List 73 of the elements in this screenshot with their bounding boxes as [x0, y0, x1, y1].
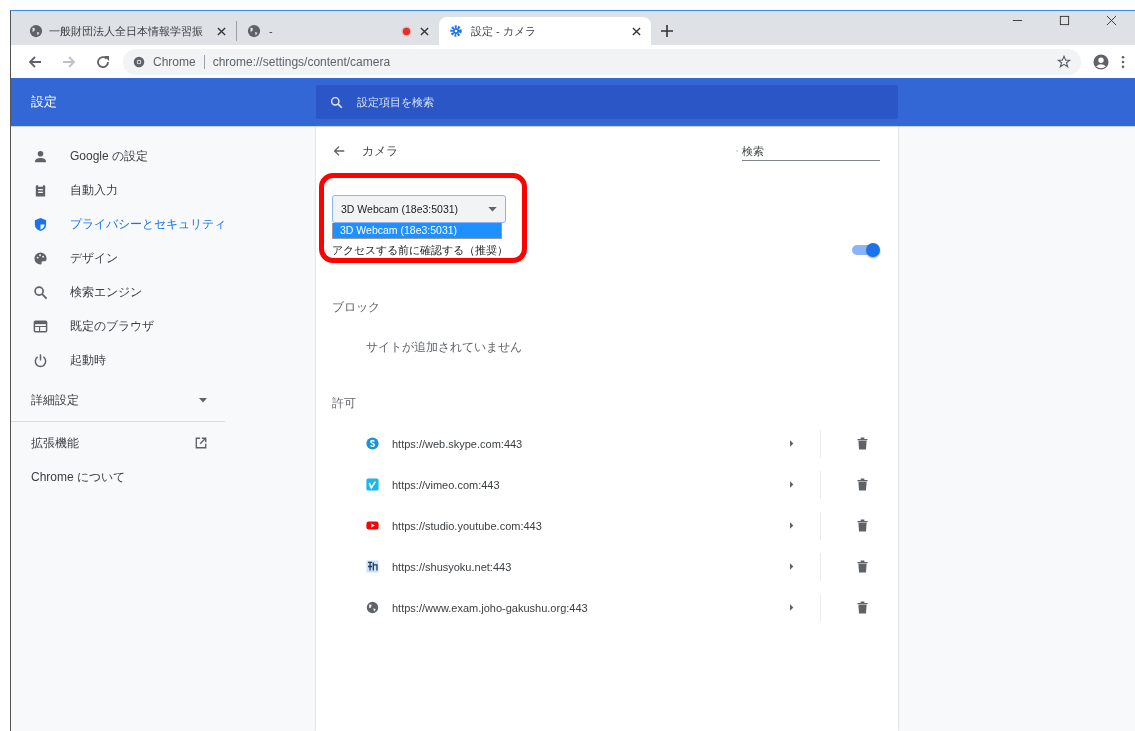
square-logo-icon: [366, 478, 379, 491]
person-icon: [33, 148, 48, 164]
close-icon[interactable]: [632, 26, 641, 36]
sidebar-item[interactable]: デザイン: [11, 241, 226, 275]
palette-icon: [33, 250, 48, 266]
toggle-switch[interactable]: [852, 245, 878, 255]
tab-title: 一般財団法人全日本情報学習振: [49, 23, 204, 39]
close-icon[interactable]: [1106, 14, 1117, 26]
settings-search-bar[interactable]: 設定項目を検索: [316, 85, 898, 119]
chrome-icon: [133, 55, 145, 68]
setting-label: アクセスする前に確認する（推奨）: [332, 242, 508, 258]
close-icon[interactable]: [217, 26, 226, 36]
site-url[interactable]: https://www.exam.joho-gakushu.org:443: [392, 601, 588, 614]
globe-icon: [29, 24, 43, 38]
browser-tab[interactable]: -: [237, 17, 439, 45]
trash-icon[interactable]: [857, 437, 868, 450]
trash-icon[interactable]: [857, 519, 868, 532]
sidebar-item[interactable]: Google の設定: [11, 139, 226, 173]
chevron-right-icon[interactable]: [790, 481, 794, 488]
tab-title: -: [269, 25, 274, 37]
sidebar-item[interactable]: 既定のブラウザ: [11, 309, 226, 343]
recording-icon: [401, 25, 412, 37]
site-url[interactable]: https://shusyoku.net:443: [392, 560, 512, 573]
browser-tab[interactable]: 設定 - カメラ: [439, 17, 651, 45]
browser-tab[interactable]: 一般財団法人全日本情報学習振: [19, 21, 237, 41]
extensions-link[interactable]: 拡張機能: [11, 426, 225, 460]
star-icon[interactable]: [1057, 54, 1071, 69]
play-logo-icon: [366, 519, 379, 532]
trash-icon[interactable]: [857, 478, 868, 491]
page-title: 設定: [30, 93, 58, 111]
settings-search-field[interactable]: 設定項目を検索: [355, 95, 898, 109]
caret-icon: [199, 397, 207, 403]
sidebar-item[interactable]: プライバシーとセキュリティ: [11, 207, 226, 241]
sidebar-item[interactable]: 起動時: [11, 343, 226, 377]
tab-title: 設定 - カメラ: [471, 23, 537, 39]
advanced-settings-toggle[interactable]: 詳細設定: [11, 377, 225, 417]
menu-icon[interactable]: [1121, 54, 1125, 69]
site-url[interactable]: https://web.skype.com:443: [392, 437, 523, 450]
chevron-right-icon[interactable]: [790, 440, 794, 447]
empty-message: サイトが追加されていません: [365, 339, 523, 356]
back-arrow-icon[interactable]: [332, 144, 346, 158]
camera-dropdown[interactable]: 3D Webcam (18e3:5031): [332, 195, 506, 223]
chevron-right-icon[interactable]: [790, 522, 794, 529]
globe-icon: [247, 24, 261, 38]
about-chrome-link[interactable]: Chrome について: [11, 460, 225, 494]
site-url[interactable]: https://vimeo.com:443: [392, 478, 500, 491]
shield-icon: [33, 216, 48, 232]
power-icon: [33, 352, 48, 368]
profile-icon[interactable]: [1093, 53, 1109, 70]
address-bar[interactable]: Chrome chrome://settings/content/camera: [123, 48, 1081, 75]
gear-icon: [449, 24, 463, 38]
sidebar-item[interactable]: 検索エンジン: [11, 275, 226, 309]
sidebar-item[interactable]: 自動入力: [11, 173, 226, 207]
new-tab-icon[interactable]: [661, 25, 673, 37]
external-link-icon: [195, 437, 207, 449]
caret-icon: [488, 206, 497, 212]
site-label: Chrome: [153, 54, 205, 69]
section-title: カメラ: [362, 142, 398, 160]
circle-logo-icon: [366, 437, 379, 450]
chevron-right-icon[interactable]: [790, 563, 794, 570]
close-icon[interactable]: [420, 26, 429, 36]
clipboard-icon: [33, 182, 48, 198]
site-url[interactable]: https://studio.youtube.com:443: [392, 519, 542, 532]
globe-icon: [366, 601, 379, 614]
section-heading: 許可: [332, 395, 357, 412]
section-heading: ブロック: [332, 299, 381, 316]
url-text: chrome://settings/content/camera: [212, 54, 391, 69]
trash-icon[interactable]: [857, 601, 868, 614]
chevron-right-icon[interactable]: [790, 604, 794, 611]
trash-icon[interactable]: [857, 560, 868, 573]
maximize-icon[interactable]: [1059, 14, 1070, 26]
square-logo-icon: [366, 560, 379, 573]
browser-window-icon: [33, 318, 48, 334]
